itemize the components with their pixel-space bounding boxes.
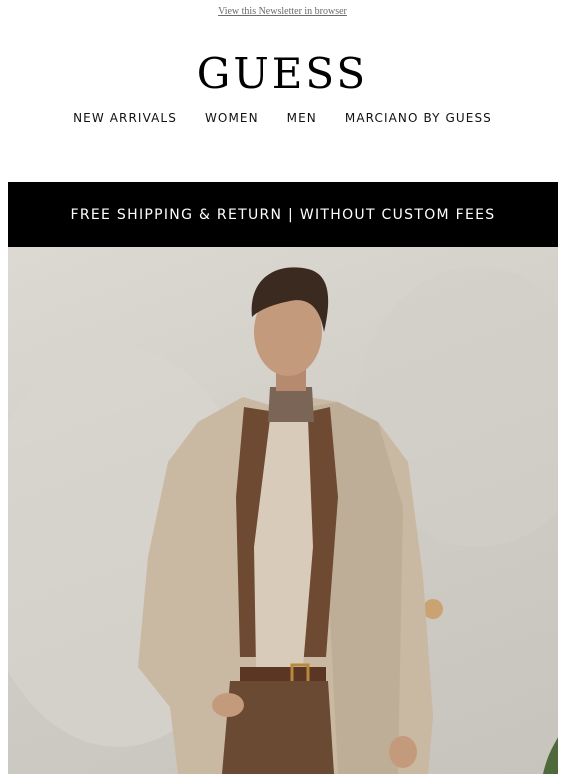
nav-item-men[interactable]: MEN bbox=[287, 111, 317, 125]
browser-link[interactable]: View this Newsletter in browser bbox=[0, 6, 565, 17]
hero-photo-icon bbox=[8, 267, 558, 774]
nav-item-women[interactable]: WOMEN bbox=[205, 111, 259, 125]
shipping-banner[interactable]: FREE SHIPPING & RETURN | WITHOUT CUSTOM … bbox=[8, 182, 558, 247]
trousers bbox=[222, 681, 334, 774]
belt bbox=[240, 667, 326, 681]
hand bbox=[212, 693, 244, 717]
nav-item-new-arrivals[interactable]: NEW ARRIVALS bbox=[73, 111, 177, 125]
shipping-banner-text: FREE SHIPPING & RETURN | WITHOUT CUSTOM … bbox=[70, 206, 496, 223]
hand bbox=[389, 736, 417, 768]
brand-logo[interactable]: GUESS bbox=[0, 50, 565, 98]
lamp-icon bbox=[423, 599, 443, 619]
plant-icon bbox=[543, 737, 558, 774]
hero-image[interactable] bbox=[8, 247, 558, 774]
turtleneck bbox=[268, 387, 314, 422]
nav-item-marciano[interactable]: MARCIANO BY GUESS bbox=[345, 111, 492, 125]
main-nav: NEW ARRIVALS WOMEN MEN MARCIANO BY GUESS bbox=[0, 111, 565, 125]
